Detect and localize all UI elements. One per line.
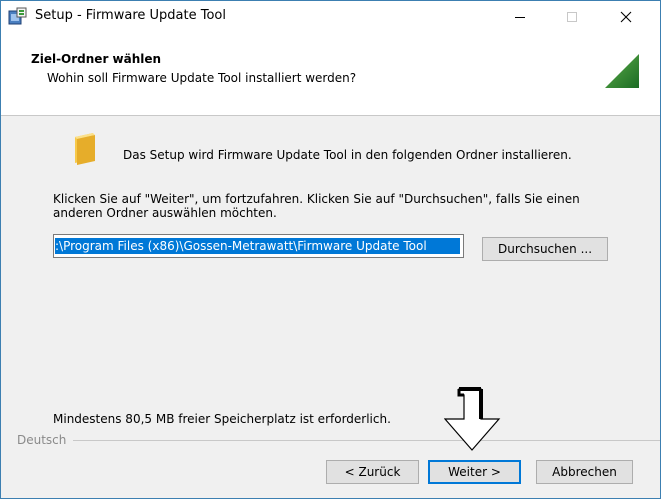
instruction-text: Klicken Sie auf "Weiter", um fortzufahre… <box>53 192 580 220</box>
setup-window: Setup - Firmware Update Tool Ziel-Ordner… <box>0 0 661 499</box>
back-button[interactable]: < Zurück <box>326 460 419 484</box>
title-bar[interactable]: Setup - Firmware Update Tool <box>1 1 660 32</box>
footer-divider <box>73 440 660 441</box>
maximize-icon <box>567 11 577 22</box>
browse-button[interactable]: Durchsuchen ... <box>482 237 608 261</box>
setup-installer-icon <box>8 7 27 25</box>
install-path-input[interactable]: :\Program Files (x86)\Gossen-Metrawatt\F… <box>53 234 464 258</box>
space-required-text: Mindestens 80,5 MB freier Speicherplatz … <box>53 412 391 426</box>
maximize-button[interactable] <box>549 1 595 32</box>
intro-text: Das Setup wird Firmware Update Tool in d… <box>123 148 572 162</box>
next-button[interactable]: Weiter > <box>428 460 521 484</box>
cancel-button[interactable]: Abbrechen <box>536 460 633 484</box>
install-path-value: :\Program Files (x86)\Gossen-Metrawatt\F… <box>55 238 460 254</box>
minimize-icon <box>515 16 525 18</box>
language-label: Deutsch <box>17 433 67 447</box>
window-title: Setup - Firmware Update Tool <box>35 8 226 23</box>
page-title: Ziel-Ordner wählen <box>31 52 162 66</box>
down-arrow-pointer-icon <box>444 387 501 451</box>
close-icon <box>620 11 632 22</box>
close-button[interactable] <box>603 1 649 32</box>
green-triangle-logo-icon <box>605 54 639 88</box>
folder-icon <box>75 133 95 165</box>
minimize-button[interactable] <box>497 1 543 32</box>
wizard-header: Ziel-Ordner wählen Wohin soll Firmware U… <box>1 32 660 116</box>
page-subtitle: Wohin soll Firmware Update Tool installi… <box>47 71 357 85</box>
